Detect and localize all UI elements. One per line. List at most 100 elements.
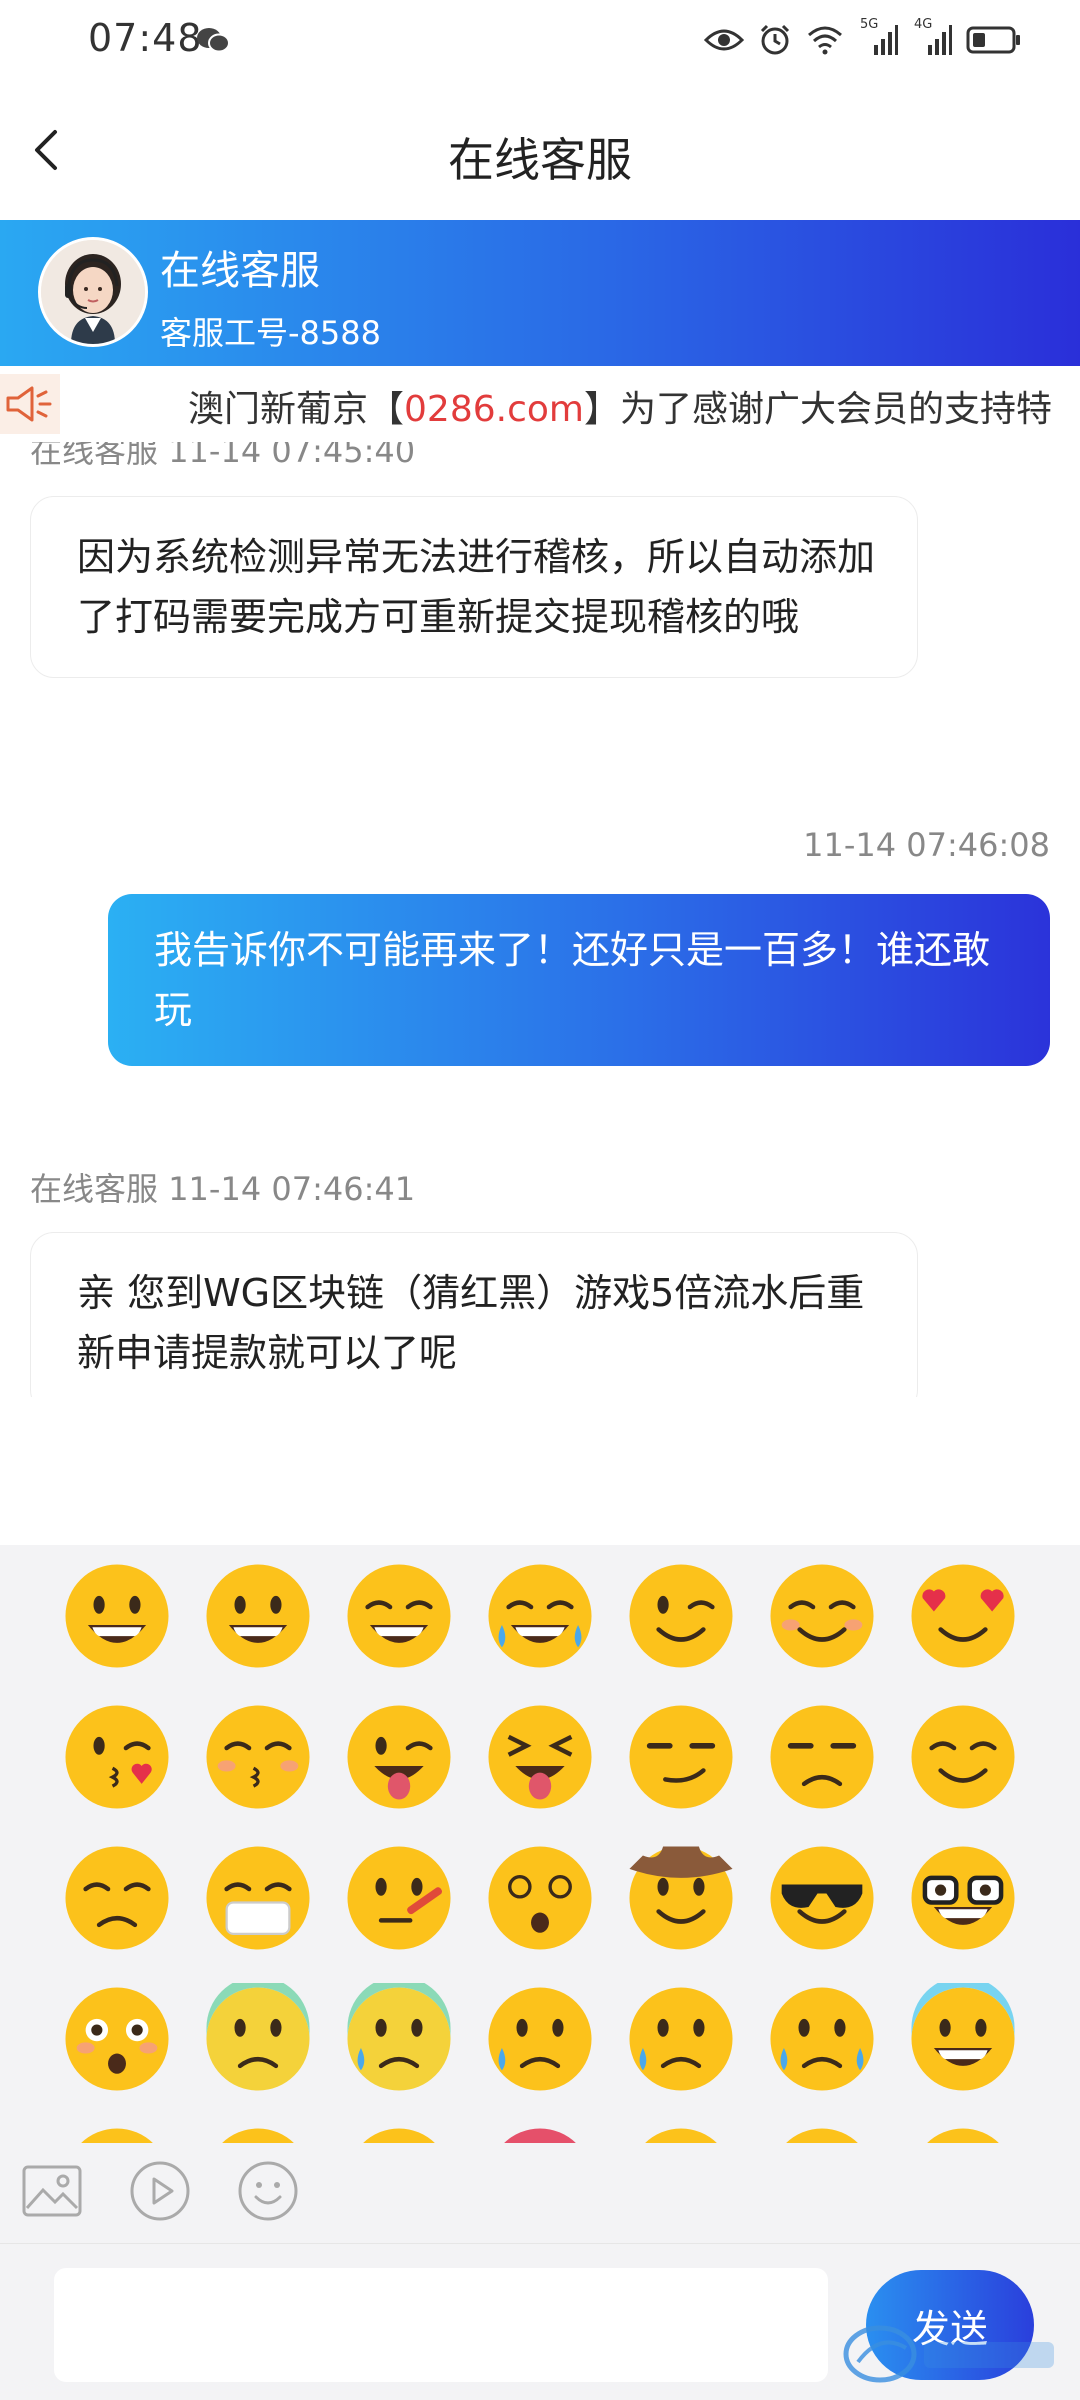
- emoji-item[interactable]: [187, 2109, 328, 2143]
- emoji-item[interactable]: [751, 1686, 892, 1827]
- image-button[interactable]: [16, 2155, 88, 2227]
- medical-mask-icon: [205, 1845, 310, 1950]
- watermark-logo: [843, 2325, 1054, 2383]
- emoji-partial-icon: [785, 2127, 858, 2143]
- emoji-item[interactable]: [46, 1968, 187, 2109]
- notice-prefix: 澳门新葡京【: [188, 389, 405, 430]
- emoji-item[interactable]: [751, 2109, 892, 2143]
- emoji-item[interactable]: [46, 1545, 187, 1686]
- emoji-item[interactable]: [187, 1686, 328, 1827]
- speaker-icon: [0, 374, 60, 434]
- emoji-item[interactable]: [46, 1686, 187, 1827]
- emoji-partial-icon: [362, 2127, 435, 2143]
- emoji-item[interactable]: [469, 1686, 610, 1827]
- message-meta: 在线客服 11-14 07:46:41: [30, 1164, 415, 1210]
- message-bubble-outgoing[interactable]: 我告诉你不可能再来了！还好只是一百多！谁还敢玩: [108, 894, 1050, 1066]
- face-with-thermometer-icon: [346, 1845, 451, 1950]
- emoji-item[interactable]: [187, 1968, 328, 2109]
- signal-4g: 4G: [912, 17, 952, 57]
- message-time: 11-14 07:46:41: [168, 1170, 416, 1208]
- emoji-item[interactable]: [187, 1827, 328, 1968]
- anxious-sweat-icon: [346, 1982, 451, 2091]
- notice-bar[interactable]: 澳门新葡京【0286.com】为了感谢广大会员的支持特: [0, 366, 1080, 442]
- emoji-icon: [238, 2161, 298, 2221]
- emoji-item[interactable]: [610, 1686, 751, 1827]
- signal-icon: [874, 25, 898, 55]
- alarm-icon: [760, 24, 790, 55]
- wechat-icon: [197, 28, 230, 53]
- winking-face-icon: [628, 1563, 733, 1668]
- video-button[interactable]: [124, 2155, 196, 2227]
- emoji-item[interactable]: [751, 1827, 892, 1968]
- grinning-smiling-eyes-icon: [205, 1563, 310, 1668]
- emoji-item[interactable]: [328, 1827, 469, 1968]
- message-time: 11-14 07:45:40: [168, 442, 416, 470]
- smiling-blush-icon: [769, 1563, 874, 1668]
- nerd-face-icon: [910, 1845, 1015, 1950]
- input-toolbar: [0, 2143, 1080, 2243]
- battery-icon: [966, 26, 1020, 54]
- emoji-item[interactable]: [610, 2109, 751, 2143]
- message-meta: 在线客服 11-14 07:45:40: [30, 442, 415, 472]
- emoji-item[interactable]: [328, 1686, 469, 1827]
- hushed-face-icon: [205, 1982, 310, 2091]
- emoji-grid: [46, 1545, 1056, 2143]
- nav-bar: 在线客服: [0, 80, 1080, 220]
- loudly-crying-icon: [769, 1986, 874, 2091]
- dizzy-face-icon: [487, 1845, 592, 1950]
- sunglasses-face-icon: [769, 1845, 874, 1950]
- status-bar: 07:48 5G 4G: [0, 0, 1080, 80]
- emoji-item[interactable]: [469, 1968, 610, 2109]
- emoji-item[interactable]: [328, 2109, 469, 2143]
- message-sender: 在线客服: [30, 442, 159, 470]
- notice-suffix: 】为了感谢广大会员的支持特: [583, 389, 1052, 430]
- emoji-item[interactable]: [610, 1968, 751, 2109]
- signal-5g: 5G: [858, 17, 898, 57]
- message-bubble-incoming[interactable]: 因为系统检测异常无法进行稽核，所以自动添加了打码需要完成方可重新提交提现稽核的哦: [30, 496, 918, 678]
- face-blowing-kiss-icon: [64, 1704, 169, 1809]
- crying-face-icon: [628, 1986, 733, 2091]
- agent-avatar[interactable]: [38, 237, 148, 347]
- emoji-item[interactable]: [610, 1545, 751, 1686]
- message-sender: 在线客服: [30, 1170, 159, 1208]
- agent-id: 客服工号-8588: [160, 314, 381, 352]
- emoji-button[interactable]: [232, 2155, 304, 2227]
- smirking-face-icon: [628, 1704, 733, 1809]
- chat-area[interactable]: 在线客服 11-14 07:45:40 因为系统检测异常无法进行稽核，所以自动添…: [0, 442, 1080, 1397]
- emoji-item[interactable]: [328, 1968, 469, 2109]
- image-icon: [22, 2165, 82, 2217]
- emoji-item[interactable]: [892, 1545, 1033, 1686]
- message-bubble-incoming[interactable]: 亲 您到WG区块链（猜红黑）游戏5倍流水后重新申请提款就可以了呢: [30, 1232, 918, 1397]
- emoji-item[interactable]: [46, 1827, 187, 1968]
- emoji-item[interactable]: [469, 2109, 610, 2143]
- emoji-item[interactable]: [751, 1545, 892, 1686]
- kissing-smiling-eyes-icon: [205, 1704, 310, 1809]
- emoji-item[interactable]: [610, 1827, 751, 1968]
- emoji-item[interactable]: [46, 2109, 187, 2143]
- notice-text: 澳门新葡京【0286.com】为了感谢广大会员的支持特: [188, 380, 1052, 432]
- message-input[interactable]: [54, 2268, 828, 2382]
- emoji-item[interactable]: [469, 1545, 610, 1686]
- beaming-face-icon: [346, 1563, 451, 1668]
- emoji-item[interactable]: [751, 1968, 892, 2109]
- emoji-panel[interactable]: [0, 1545, 1080, 2143]
- emoji-item[interactable]: [328, 1545, 469, 1686]
- status-time: 07:48: [88, 16, 203, 60]
- winking-tongue-icon: [346, 1704, 451, 1809]
- grinning-face-icon: [64, 1563, 169, 1668]
- eye-icon: [704, 29, 744, 51]
- emoji-item[interactable]: [892, 2109, 1033, 2143]
- emoji-partial-icon: [503, 2127, 576, 2143]
- emoji-item[interactable]: [187, 1545, 328, 1686]
- agent-portrait-icon: [41, 240, 145, 344]
- notice-link[interactable]: 0286.com: [404, 389, 584, 430]
- emoji-item[interactable]: [892, 1968, 1033, 2109]
- message-time: 11-14 07:46:08: [803, 826, 1050, 864]
- tears-of-joy-icon: [487, 1563, 592, 1668]
- signal-icon: [928, 25, 952, 55]
- emoji-item[interactable]: [892, 1827, 1033, 1968]
- video-icon: [130, 2161, 190, 2221]
- agent-banner: 在线客服 客服工号-8588: [0, 220, 1080, 366]
- emoji-item[interactable]: [892, 1686, 1033, 1827]
- emoji-item[interactable]: [469, 1827, 610, 1968]
